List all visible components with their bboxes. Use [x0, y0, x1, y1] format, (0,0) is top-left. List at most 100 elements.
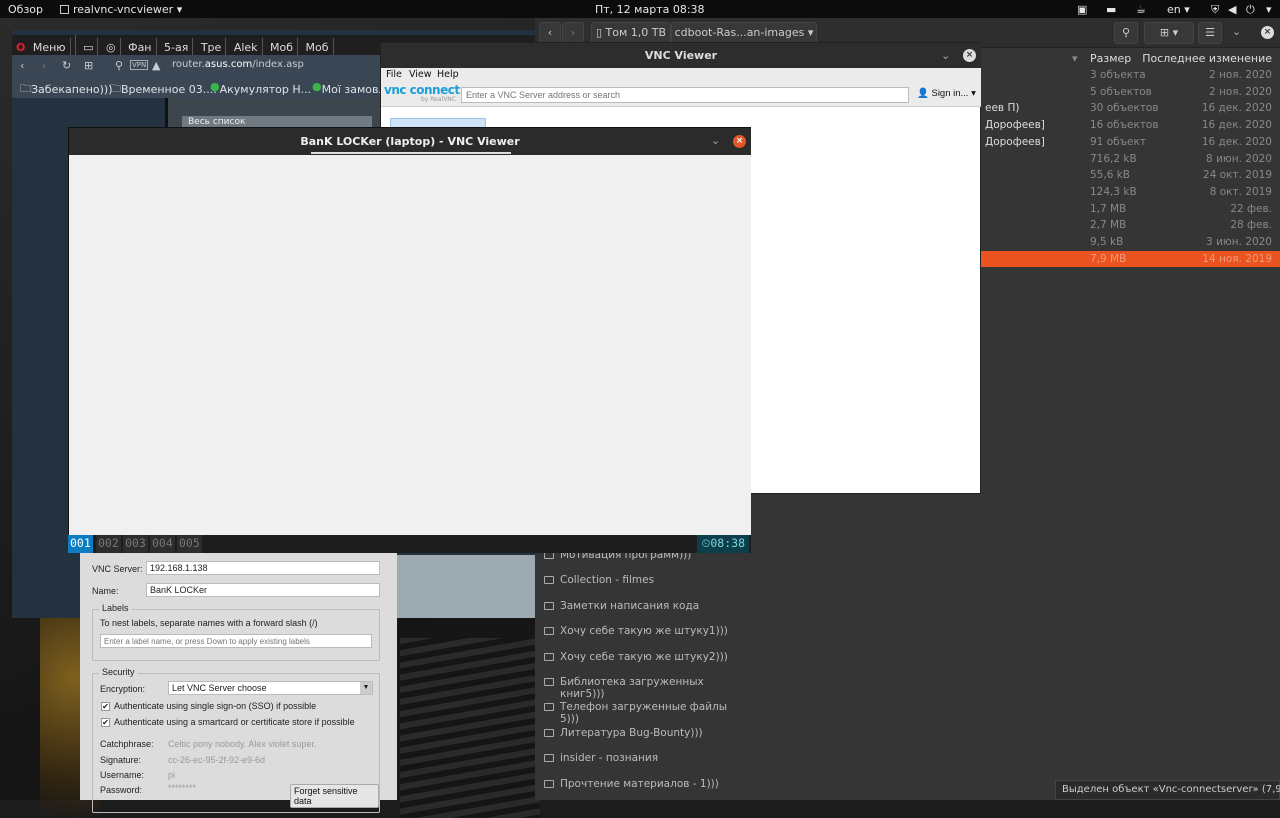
labels-group-title: Labels: [99, 603, 132, 613]
back-button[interactable]: ‹: [539, 22, 561, 44]
bookmark-folder[interactable]: 🗀 Забекапено))): [20, 80, 113, 99]
sidebar-bookmark[interactable]: Заметки написания кода: [535, 596, 735, 621]
sso-checkbox[interactable]: ✔: [101, 702, 110, 711]
clock[interactable]: Пт, 12 марта 08:38: [595, 3, 705, 16]
sidebar-bookmark[interactable]: Литература Bug-Bounty))): [535, 723, 735, 748]
tab-icon[interactable]: ▭: [79, 38, 99, 55]
hamburger-menu-button[interactable]: ☰: [1198, 22, 1222, 44]
smartcard-checkbox[interactable]: ✔: [101, 718, 110, 727]
volume-label: Том 1,0 TB: [605, 26, 667, 39]
file-row[interactable]: 5 объектов 2 ноя. 2020: [980, 84, 1280, 101]
forget-sensitive-data-button[interactable]: Forget sensitive data: [290, 784, 379, 808]
file-date: 2 ноя. 2020: [1208, 85, 1272, 98]
file-row[interactable]: 2,7 MB 28 фев.: [980, 217, 1280, 234]
bookmark-link[interactable]: ● Акумулятор Н...: [210, 80, 311, 96]
server-search-input[interactable]: [461, 87, 909, 103]
file-row[interactable]: еев П) 30 объектов 16 дек. 2020: [980, 100, 1280, 117]
forward-button[interactable]: ›: [562, 22, 584, 44]
sidebar-bookmark[interactable]: insider - познания: [535, 748, 735, 773]
file-row[interactable]: Дорофеев] 16 объектов 16 дек. 2020: [980, 117, 1280, 134]
menu-help[interactable]: Help: [437, 69, 459, 80]
file-row[interactable]: 3 объекта 2 ноя. 2020: [980, 67, 1280, 84]
minimize-icon[interactable]: ⌄: [711, 134, 720, 147]
url-domain: asus.com: [204, 59, 253, 70]
file-row[interactable]: Дорофеев] 91 объект 16 дек. 2020: [980, 134, 1280, 151]
volume-breadcrumb[interactable]: ▯ Том 1,0 TB: [591, 22, 671, 44]
bookmark-label: Временное 03....: [121, 83, 217, 96]
search-button[interactable]: ⚲: [1114, 22, 1138, 44]
keyboard-icon[interactable]: ▬: [1106, 3, 1116, 16]
browser-tab[interactable]: Моб: [266, 38, 299, 55]
path-breadcrumb[interactable]: cdboot-Ras...an-images ▾: [671, 22, 817, 44]
bookmark-link[interactable]: ● Мої замовл: [312, 80, 386, 96]
volume-icon[interactable]: ◀: [1228, 3, 1236, 16]
server-input[interactable]: 192.168.1.138: [146, 561, 380, 575]
vpn-badge[interactable]: VPN: [130, 60, 149, 70]
file-date: 22 фев.: [1230, 202, 1272, 215]
reload-icon[interactable]: ↻: [62, 59, 71, 72]
power-icon[interactable]: ⏻: [1246, 3, 1255, 17]
tab-icon[interactable]: ◎: [102, 38, 121, 55]
forward-icon[interactable]: ›: [42, 59, 46, 72]
close-icon[interactable]: ×: [733, 135, 746, 148]
key-icon[interactable]: ⚲: [115, 59, 123, 72]
sidebar-bookmark[interactable]: Хочу себе такую же штуку1))): [535, 621, 735, 646]
file-row[interactable]: 55,6 kB 24 окт. 2019: [980, 167, 1280, 184]
name-input[interactable]: BanK LOCKer: [146, 583, 380, 597]
shield-icon[interactable]: ⛨: [1211, 3, 1219, 17]
column-size[interactable]: Размер: [1090, 52, 1131, 65]
file-row[interactable]: 9,5 kB 3 июн. 2020: [980, 234, 1280, 251]
app-menu-label: realvnc-vncviewer: [73, 3, 174, 16]
file-row[interactable]: 124,3 kB 8 окт. 2019: [980, 184, 1280, 201]
sidebar-bookmark[interactable]: Collection - filmes: [535, 570, 735, 595]
browser-tab[interactable]: Фан: [124, 38, 157, 55]
back-icon[interactable]: ‹: [20, 59, 24, 72]
caffeine-cup-icon[interactable]: ☕: [1136, 3, 1146, 16]
remote-desktop-canvas[interactable]: [69, 155, 751, 535]
encryption-select[interactable]: Let VNC Server choose ▼: [168, 681, 373, 695]
file-date: 16 дек. 2020: [1201, 119, 1272, 132]
browser-tab[interactable]: Тре: [197, 38, 227, 55]
sidebar-label: Прочтение материалов - 1))): [560, 777, 719, 790]
activities-button[interactable]: Обзор: [8, 3, 43, 16]
minimize-icon[interactable]: ⌄: [1232, 25, 1241, 38]
tabs-grid-icon[interactable]: ⊞: [84, 59, 93, 72]
menu-view[interactable]: View: [409, 69, 432, 80]
tmux-window-tab[interactable]: 004: [150, 535, 175, 553]
chevron-down-icon[interactable]: ▾: [1266, 3, 1272, 16]
bookmark-folder[interactable]: 🗀 Временное 03....: [110, 80, 217, 99]
column-modified[interactable]: Последнее изменение: [1142, 52, 1272, 65]
sign-in-button[interactable]: 👤 Sign in... ▾: [917, 88, 976, 99]
tmux-window-tab[interactable]: 003: [123, 535, 148, 553]
app-menu[interactable]: realvnc-vncviewer ▾: [60, 3, 182, 16]
minimize-icon[interactable]: ⌄: [941, 49, 950, 62]
labels-input[interactable]: [100, 634, 372, 648]
url-field[interactable]: router.asus.com/index.asp: [172, 59, 304, 70]
browser-tab[interactable]: Моб: [302, 38, 334, 55]
sidebar-bookmark[interactable]: Прочтение материалов - 1))): [535, 774, 735, 799]
tmux-clock-time: 08:38: [710, 536, 745, 550]
sidebar-bookmark[interactable]: Библиотека загруженных книг5))): [535, 672, 735, 700]
browser-tab[interactable]: Alek: [230, 38, 263, 55]
close-icon[interactable]: ×: [963, 49, 976, 62]
labels-group: Labels To nest labels, separate names wi…: [92, 603, 380, 661]
file-row[interactable]: 7,9 MB 14 ноя. 2019: [980, 250, 1280, 268]
folder-icon: [544, 678, 554, 686]
tmux-window-tab[interactable]: 001: [68, 535, 93, 553]
screencast-icon[interactable]: ▣: [1077, 3, 1087, 16]
sidebar-bookmark[interactable]: Хочу себе такую же штуку2))): [535, 647, 735, 672]
menu-file[interactable]: File: [386, 69, 402, 80]
tmux-window-tab[interactable]: 002: [96, 535, 121, 553]
tmux-window-tab[interactable]: 005: [177, 535, 202, 553]
close-icon[interactable]: ×: [1261, 26, 1274, 39]
browser-tab[interactable]: 5-ая: [160, 38, 194, 55]
file-row[interactable]: 716,2 kB 8 июн. 2020: [980, 151, 1280, 168]
language-selector[interactable]: en ▾: [1167, 3, 1190, 16]
file-size: 716,2 kB: [1090, 152, 1137, 165]
path-label: cdboot-Ras...an-images: [674, 26, 805, 39]
warning-icon: ▲: [152, 59, 161, 72]
file-row[interactable]: 1,7 MB 22 фев.: [980, 201, 1280, 218]
opera-menu-button[interactable]: O Меню: [12, 35, 76, 55]
view-mode-button[interactable]: ⊞ ▾: [1144, 22, 1194, 44]
sidebar-bookmark[interactable]: Телефон загруженные файлы 5))): [535, 697, 735, 725]
